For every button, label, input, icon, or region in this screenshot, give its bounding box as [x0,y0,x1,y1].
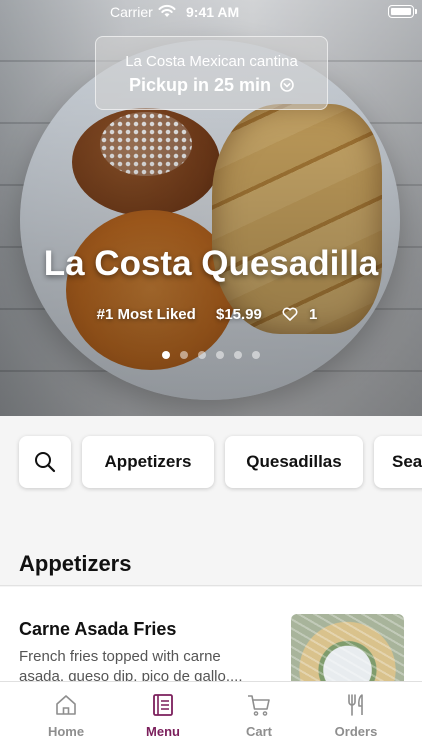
tab-bar: Home Menu Cart Orders [0,681,422,750]
most-liked-badge: #1 Most Liked [96,306,196,323]
like-count: 1 [309,306,318,323]
carousel-dot[interactable] [162,351,170,359]
section-header: Appetizers [0,540,422,586]
menu-icon [153,694,173,716]
category-chip-appetizers[interactable]: Appetizers [82,436,214,488]
restaurant-name: La Costa Mexican cantina [125,53,298,70]
tab-orders-label: Orders [334,724,378,739]
category-bar: Appetizers Quesadillas Sea [0,416,422,510]
hero-price: $15.99 [215,306,262,323]
heart-icon [282,307,298,321]
tab-menu-label: Menu [146,724,180,739]
search-icon [35,452,56,473]
carousel-dot[interactable] [252,351,260,359]
menu-item-card[interactable]: Carne Asada Fries French fries topped wi… [0,587,422,687]
pickup-time-label: Pickup in 25 min [128,75,272,95]
carousel-dot[interactable] [234,351,242,359]
hero-meta: #1 Most Liked $15.99 1 [0,306,422,323]
pickup-selector[interactable]: La Costa Mexican cantina Pickup in 25 mi… [95,36,328,110]
menu-item-title: Carne Asada Fries [19,619,177,639]
tab-home[interactable]: Home [18,692,114,739]
category-chip-quesadillas[interactable]: Quesadillas [225,436,363,488]
tab-menu[interactable]: Menu [115,692,211,739]
carousel-dot[interactable] [216,351,224,359]
tab-cart-label: Cart [245,724,272,739]
carousel-dots[interactable] [0,351,422,359]
fork-knife-icon [348,694,363,716]
category-chip-sea[interactable]: Sea [374,436,422,488]
hero-banner[interactable]: Carrier 9:41 AM La Costa Mexican cantina… [0,0,422,416]
tab-cart[interactable]: Cart [211,692,307,739]
menu-item-photo [291,614,404,687]
clock: 9:41 AM [186,4,240,20]
status-bar: Carrier 9:41 AM [0,0,422,24]
chevron-down-icon [280,78,294,92]
like-button[interactable]: 1 [282,306,325,323]
home-icon [56,695,76,715]
search-button[interactable] [19,436,71,488]
tab-home-label: Home [47,724,85,739]
pickup-time-row: Pickup in 25 min [96,75,327,96]
wifi-icon [158,4,176,17]
carrier-label: Carrier [110,4,153,20]
cart-icon [248,695,270,716]
tab-orders[interactable]: Orders [308,692,404,739]
hero-title: La Costa Quesadilla [43,244,379,283]
battery-icon [388,5,417,18]
carousel-dot[interactable] [180,351,188,359]
carousel-dot[interactable] [198,351,206,359]
section-title: Appetizers [19,551,132,576]
